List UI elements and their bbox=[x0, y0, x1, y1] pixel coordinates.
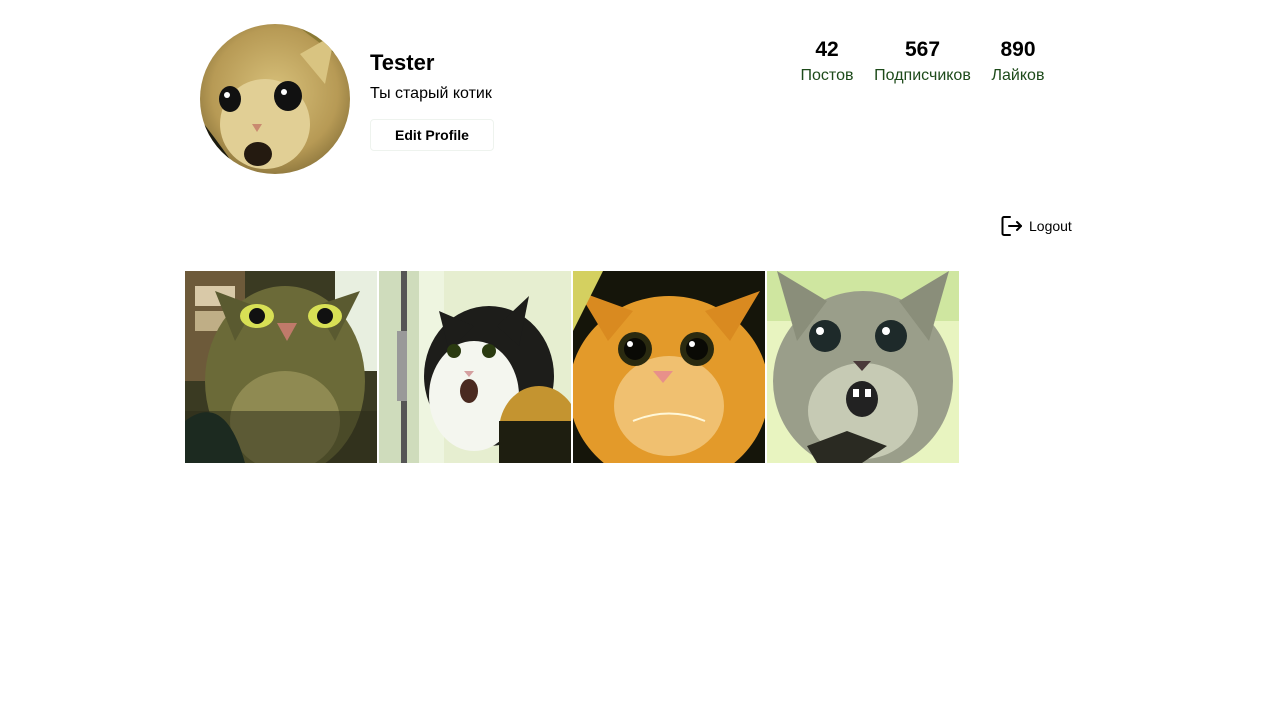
edit-profile-button[interactable]: Edit Profile bbox=[370, 119, 494, 151]
logout-button[interactable]: Logout bbox=[1000, 214, 1072, 238]
stat-followers-value: 567 bbox=[904, 38, 941, 61]
profile-info: Tester Ты старый котик Edit Profile bbox=[370, 48, 494, 151]
cat-avatar-image bbox=[200, 24, 350, 174]
posts-grid bbox=[185, 271, 961, 463]
wide-eyed-orange-cat-image bbox=[573, 271, 765, 463]
profile-stats: 42 Постов 567 Подписчиков 890 Лайков bbox=[790, 36, 1055, 88]
stat-likes[interactable]: 890 Лайков bbox=[991, 36, 1045, 88]
startled-tabby-cat-image bbox=[185, 271, 377, 463]
stat-posts[interactable]: 42 Постов bbox=[800, 36, 854, 88]
stat-likes-label: Лайков bbox=[991, 67, 1045, 84]
username: Tester bbox=[370, 50, 435, 75]
screaming-grey-tabby-cat-image bbox=[767, 271, 959, 463]
avatar[interactable] bbox=[200, 24, 350, 174]
stat-posts-label: Постов bbox=[800, 67, 854, 84]
post-thumbnail[interactable] bbox=[767, 271, 959, 463]
profile-page: Tester Ты старый котик Edit Profile 42 П… bbox=[0, 0, 1280, 720]
stat-followers-label: Подписчиков bbox=[874, 67, 971, 84]
stat-posts-value: 42 bbox=[815, 38, 839, 61]
logout-label: Logout bbox=[1029, 218, 1072, 234]
shocked-calico-cat-image bbox=[379, 271, 571, 463]
stat-likes-value: 890 bbox=[1000, 38, 1036, 61]
post-thumbnail[interactable] bbox=[185, 271, 377, 463]
post-thumbnail[interactable] bbox=[379, 271, 571, 463]
logout-icon bbox=[1001, 216, 1022, 236]
post-thumbnail[interactable] bbox=[573, 271, 765, 463]
bio: Ты старый котик bbox=[370, 85, 492, 102]
stat-followers[interactable]: 567 Подписчиков bbox=[874, 36, 971, 88]
